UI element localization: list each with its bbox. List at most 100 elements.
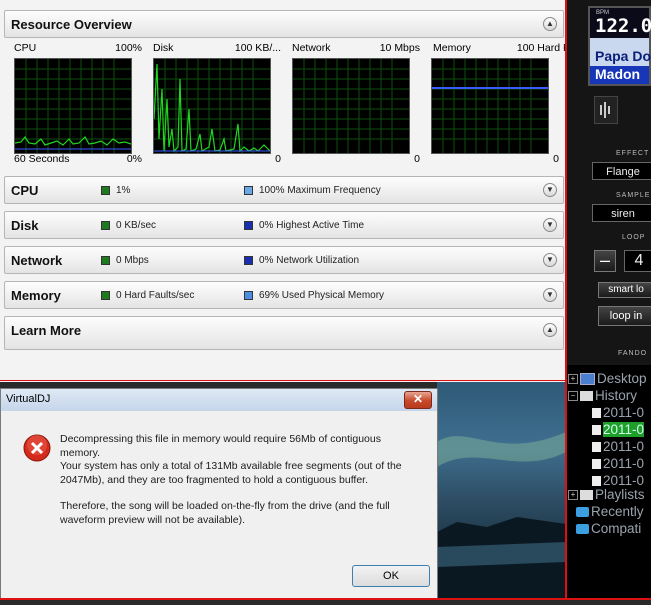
file-icon — [592, 475, 601, 486]
network-io-stat: 0 Mbps — [116, 255, 149, 266]
dialog-title: VirtualDJ — [6, 393, 51, 405]
memory-faults-stat: 0 Hard Faults/sec — [116, 290, 195, 301]
tree-item-history-entry[interactable]: 2011-0 — [592, 473, 644, 488]
playlist-icon — [580, 489, 593, 500]
file-icon — [592, 407, 601, 418]
wallpaper-landscape — [437, 432, 566, 600]
tree-item-history-entry[interactable]: 2011-0 — [592, 405, 644, 420]
tree-item-recently[interactable]: Recently — [576, 504, 644, 519]
network-graph-max: 10 Mbps — [379, 42, 420, 54]
disk-io-swatch-icon — [101, 221, 110, 230]
expand-down-icon[interactable]: ▼ — [543, 288, 557, 302]
tree-label: Recently — [591, 504, 644, 519]
resource-overview-header[interactable]: Resource Overview ▲ — [4, 10, 564, 38]
waveform-icon — [594, 96, 618, 124]
memory-used-swatch-icon — [244, 291, 253, 300]
sample-select[interactable]: siren — [592, 204, 651, 222]
disk-graph-plot — [154, 59, 270, 153]
cpu-graph — [14, 58, 132, 154]
expand-down-icon[interactable]: ▼ — [543, 218, 557, 232]
tree-item-history-entry-selected[interactable]: 2011-0 — [592, 422, 645, 437]
cpu-usage-swatch-icon — [101, 186, 110, 195]
disk-graph-title: Disk — [153, 42, 174, 54]
cpu-usage-stat: 1% — [116, 185, 131, 196]
network-section-header[interactable]: Network 0 Mbps 0% Network Utilization ▼ — [4, 246, 564, 274]
expand-down-icon[interactable]: ▼ — [543, 183, 557, 197]
memory-faults-swatch-icon — [101, 291, 110, 300]
disk-active-stat: 0% Highest Active Time — [259, 220, 365, 231]
network-graph-title: Network — [292, 42, 331, 54]
loop-minus-button[interactable]: – — [594, 250, 616, 272]
learn-more-header[interactable]: Learn More ▲ — [4, 316, 564, 350]
network-io-swatch-icon — [101, 256, 110, 265]
memory-graph — [431, 58, 549, 154]
cpu-graph-min: 0% — [126, 153, 142, 165]
collapse-minus-icon[interactable]: − — [568, 390, 578, 401]
close-button[interactable]: ✕ — [404, 391, 432, 409]
collapse-up-icon[interactable]: ▲ — [543, 323, 557, 337]
tree-item-history[interactable]: − History — [568, 388, 637, 403]
sample-label: SAMPLE — [616, 192, 651, 199]
disk-graph-panel: Disk 100 KB/... 0 — [153, 40, 285, 168]
memory-section-header[interactable]: Memory 0 Hard Faults/sec 69% Used Physic… — [4, 281, 564, 309]
message-line-3: Therefore, the song will be loaded on-th… — [60, 500, 390, 526]
message-line-1: Decompressing this file in memory would … — [60, 433, 381, 459]
expand-down-icon[interactable]: ▼ — [543, 253, 557, 267]
tree-label: Compati — [591, 521, 642, 536]
red-border-line — [0, 380, 566, 381]
track-info-display: BPM 122.0 Papa Do Madon — [588, 6, 651, 86]
red-border-line — [565, 0, 567, 600]
disk-section-header[interactable]: Disk 0 KB/sec 0% Highest Active Time ▼ — [4, 211, 564, 239]
network-section-title: Network — [11, 253, 63, 268]
browser-tree: + Desktop − History 2011-0 2011-0 2011-0… — [566, 365, 651, 600]
song-title: Madon — [595, 66, 641, 82]
network-graph-min: 0 — [414, 153, 420, 165]
effect-label: EFFECT — [616, 150, 650, 157]
ok-button[interactable]: OK — [352, 565, 430, 587]
disk-graph-min: 0 — [275, 153, 281, 165]
network-graph-panel: Network 10 Mbps 0 — [292, 40, 424, 168]
dialog-titlebar[interactable]: VirtualDJ ✕ — [1, 389, 437, 411]
cpu-section-title: CPU — [11, 183, 39, 198]
file-icon — [592, 441, 601, 452]
resource-overview-title: Resource Overview — [11, 17, 132, 32]
dialog-message: Decompressing this file in memory would … — [60, 433, 420, 540]
cpu-frequency-stat: 100% Maximum Frequency — [259, 185, 381, 196]
tree-item-desktop[interactable]: + Desktop — [568, 371, 647, 386]
book-icon — [580, 390, 593, 401]
bpm-value: 122.0 — [595, 15, 651, 37]
effect-select[interactable]: Flange — [592, 162, 651, 180]
folder-icon — [576, 506, 589, 517]
error-dialog: VirtualDJ ✕ Decompressing this file in m… — [0, 388, 438, 600]
collapse-up-icon[interactable]: ▲ — [543, 17, 557, 31]
expand-plus-icon[interactable]: + — [568, 489, 578, 500]
memory-graph-min: 0 — [553, 153, 559, 165]
cpu-graph-max: 100% — [115, 42, 142, 54]
resource-monitor-panel: Resource Overview ▲ CPU 100% 60 Seconds … — [0, 0, 577, 382]
memory-used-stat: 69% Used Physical Memory — [259, 290, 385, 301]
loop-in-button[interactable]: loop in — [598, 306, 651, 326]
desktop-icon — [580, 372, 595, 385]
network-graph-plot — [293, 59, 409, 153]
smart-loop-button[interactable]: smart lo — [598, 282, 651, 298]
loop-length-display: 4 — [624, 250, 651, 272]
tree-label: History — [595, 388, 638, 403]
expand-plus-icon[interactable]: + — [568, 373, 578, 384]
learn-more-title: Learn More — [11, 323, 82, 338]
error-icon — [23, 434, 51, 462]
file-icon — [592, 424, 601, 435]
memory-graph-title: Memory — [433, 42, 471, 54]
cpu-graph-timespan: 60 Seconds — [14, 153, 70, 165]
tree-item-history-entry[interactable]: 2011-0 — [592, 439, 644, 454]
tree-label: Desktop — [597, 371, 647, 386]
memory-graph-panel: Memory 100 Hard F... 0 — [431, 40, 577, 168]
folder-icon — [576, 523, 589, 534]
network-util-swatch-icon — [244, 256, 253, 265]
tree-label: Playlists — [595, 487, 645, 502]
loop-label: LOOP — [622, 234, 646, 241]
cpu-section-header[interactable]: CPU 1% 100% Maximum Frequency ▼ — [4, 176, 564, 204]
tree-item-history-entry[interactable]: 2011-0 — [592, 456, 644, 471]
tree-item-playlists[interactable]: + Playlists — [568, 487, 645, 502]
tree-item-compatible[interactable]: Compati — [576, 521, 641, 536]
memory-section-title: Memory — [11, 288, 61, 303]
